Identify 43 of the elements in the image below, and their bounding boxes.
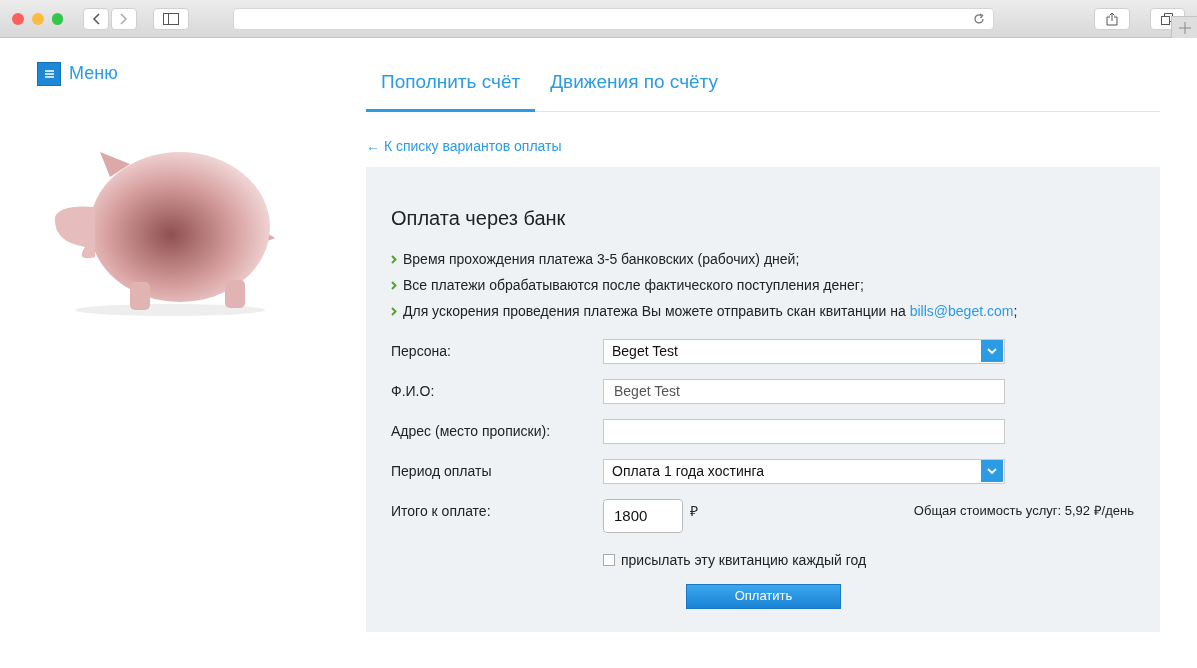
daily-cost-text: Общая стоимость услуг: 5,92 ₽/день: [913, 501, 1134, 520]
menu-icon: [37, 61, 61, 86]
reload-icon[interactable]: [973, 12, 986, 25]
back-link[interactable]: ← К списку вариантов оплаты: [366, 135, 1160, 157]
pay-button[interactable]: Оплатить: [686, 583, 841, 609]
field-label: Персона:: [391, 341, 452, 361]
note-text: Все платежи обрабатываются после фактического поступления денег;: [403, 275, 864, 295]
maximize-window-icon[interactable]: [51, 12, 64, 25]
share-icon: [1105, 11, 1118, 26]
dropdown[interactable]: Оплата 1 года хостинга: [603, 458, 1005, 484]
input-field[interactable]: [603, 418, 1005, 444]
field-label: Период оплаты: [391, 461, 493, 481]
tab[interactable]: Пополнить счёт: [366, 68, 536, 112]
amount-field[interactable]: 1800: [603, 498, 683, 533]
dropdown-caret-icon[interactable]: [981, 460, 1003, 482]
panel-title: Оплата через банк: [391, 205, 567, 231]
sidebar-button[interactable]: [153, 7, 189, 30]
sidebar-icon: [163, 12, 180, 25]
plus-icon: [1178, 21, 1191, 34]
share-button[interactable]: [1094, 7, 1130, 30]
note-text: Время прохождения платежа 3-5 банковских (рабочих) дней;: [403, 249, 800, 269]
minimize-window-icon[interactable]: [31, 12, 44, 25]
currency-sign: ₽: [690, 501, 698, 521]
chevron-right-icon: [120, 12, 129, 25]
chevron-left-icon: [92, 12, 101, 25]
field-label: Адрес (место прописки):: [391, 421, 552, 441]
checkbox[interactable]: [603, 554, 615, 566]
menu-button[interactable]: Меню: [37, 60, 366, 87]
back-button[interactable]: [83, 7, 110, 30]
chevron-icon: [391, 306, 397, 316]
forward-button[interactable]: [111, 7, 138, 30]
close-window-icon[interactable]: [12, 12, 24, 25]
overlapping-squares-icon: [1161, 12, 1174, 25]
checkbox-label: присылать эту квитанцию каждый год: [621, 550, 867, 570]
dropdown[interactable]: Beget Test: [603, 338, 1005, 364]
tab[interactable]: Движения по счёту: [535, 68, 734, 112]
dropdown-caret-icon[interactable]: [981, 340, 1003, 362]
chevron-icon: [391, 280, 397, 290]
field-label: Итого к оплате:: [391, 501, 492, 521]
field-label: Ф.И.О:: [391, 381, 436, 401]
chevron-icon: [391, 254, 397, 264]
input-field[interactable]: Beget Test: [603, 378, 1005, 404]
note-text: Для ускорения проведения платежа Вы можете отправить скан квитанции на bills@beget.com;: [403, 301, 1018, 321]
